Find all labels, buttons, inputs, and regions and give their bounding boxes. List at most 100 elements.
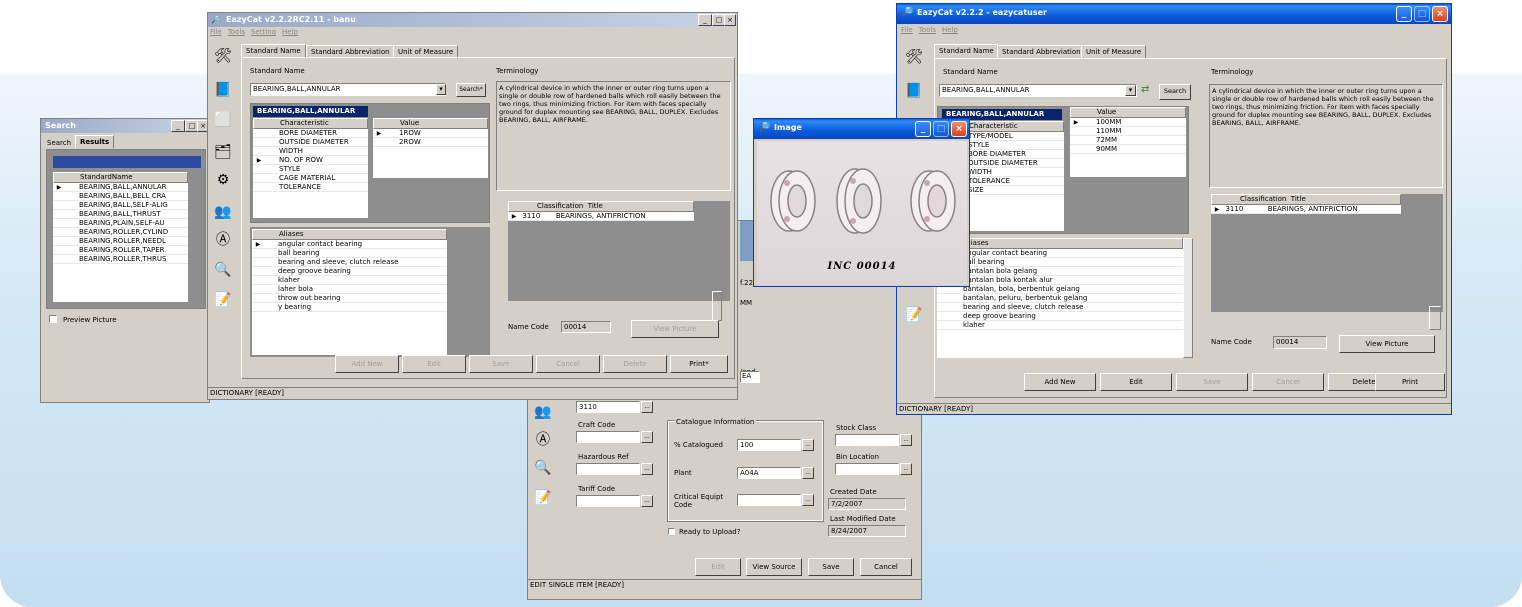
dict2-add-new-button[interactable]: Add New xyxy=(1024,373,1096,391)
ready-upload-checkbox[interactable] xyxy=(668,528,675,535)
tab-standard-name[interactable]: Standard Name xyxy=(241,44,306,58)
dict2-search-button[interactable]: Search xyxy=(1159,84,1191,100)
alias-row[interactable]: ball bearing xyxy=(252,249,447,258)
pct-catalogued-input[interactable]: 100 xyxy=(737,439,801,451)
settings-icon[interactable]: ⚙ xyxy=(212,169,234,191)
menu-setting[interactable]: Setting xyxy=(251,28,276,36)
class-code-input[interactable]: 3110 xyxy=(576,401,640,413)
image-maximize-button[interactable]: □ xyxy=(933,121,949,137)
classification-row[interactable]: ▶ 3110 BEARINGS, ANTIFRICTION xyxy=(508,212,694,221)
search-result-row[interactable]: BEARING,BALL,THRUST xyxy=(53,210,188,219)
people-icon[interactable]: 👥 xyxy=(532,401,554,423)
pct-catalogued-lookup-button[interactable]: .. xyxy=(802,439,814,451)
dict2-view-picture-button[interactable]: View Picture xyxy=(1339,335,1435,353)
dict2-close-button[interactable]: × xyxy=(1432,6,1448,22)
bin-location-lookup-button[interactable]: .. xyxy=(900,463,912,475)
dictionary-icon[interactable]: Ⓐ xyxy=(212,229,234,251)
plant-input[interactable]: A04A xyxy=(737,467,801,479)
dict2-cancel-button[interactable]: Cancel xyxy=(1252,373,1324,391)
dict2-maximize-button[interactable]: □ xyxy=(1414,6,1430,22)
alias-row[interactable]: bantalan, bola, berbentuk gelang xyxy=(937,285,1183,294)
value-row[interactable]: ▶ 100MM xyxy=(1070,118,1186,127)
notepad-icon[interactable]: 📝 xyxy=(212,289,234,311)
dict-edit-button[interactable]: Edit xyxy=(402,355,466,373)
dict-delete-button[interactable]: Delete xyxy=(603,355,667,373)
alias-row[interactable]: bantalan bola gelang xyxy=(937,267,1183,276)
refresh-icon[interactable]: ⇄ xyxy=(1141,84,1159,98)
partial-field-4[interactable]: EA xyxy=(740,371,760,383)
bin-location-input[interactable] xyxy=(835,463,899,475)
dict-cancel-button[interactable]: Cancel xyxy=(536,355,600,373)
standard-name-select[interactable]: BEARING,BALL,ANNULAR xyxy=(250,83,446,96)
critical-equipt-input[interactable] xyxy=(737,494,801,506)
class-code-lookup-button[interactable]: .. xyxy=(641,401,653,413)
alias-row[interactable]: bearing and sleeve, clutch release xyxy=(937,303,1183,312)
folder-icon[interactable]: 🗂 xyxy=(212,141,234,163)
search-result-row[interactable]: ▶ BEARING,BALL,ANNULAR xyxy=(53,183,188,192)
alias-row[interactable]: bantalan bola kontak alur xyxy=(937,276,1183,285)
characteristic-row[interactable]: WIDTH xyxy=(253,147,368,156)
preview-picture-checkbox[interactable] xyxy=(49,315,57,323)
alias-row[interactable]: ball bearing xyxy=(937,258,1183,267)
alias-row[interactable]: bantalan, peluru, berbentuk gelang xyxy=(937,294,1183,303)
image-close-button[interactable]: × xyxy=(951,121,967,137)
search-result-row[interactable]: BEARING,ROLLER,CYLIND xyxy=(53,228,188,237)
search-result-row[interactable]: BEARING,PLAIN,SELF-AU xyxy=(53,219,188,228)
stock-class-lookup-button[interactable]: .. xyxy=(900,434,912,446)
dict-save-button[interactable]: Save xyxy=(469,355,533,373)
alias-row[interactable]: deep groove bearing xyxy=(937,312,1183,321)
search-result-row[interactable]: BEARING,ROLLER,NEEDL xyxy=(53,237,188,246)
dict2-minimize-button[interactable]: _ xyxy=(1396,6,1412,22)
search-result-row[interactable]: BEARING,BALL,BELL CRA xyxy=(53,192,188,201)
alias-row[interactable]: klaher xyxy=(937,321,1183,330)
menu-help[interactable]: Help xyxy=(942,26,958,34)
dict2-vertical-scroll[interactable] xyxy=(1429,306,1441,330)
dict-add-new-button[interactable]: Add New xyxy=(335,355,399,373)
alias-row[interactable]: y bearing xyxy=(252,303,447,312)
craft-code-input[interactable] xyxy=(576,431,640,443)
plant-lookup-button[interactable]: .. xyxy=(802,467,814,479)
results-tab[interactable]: Results xyxy=(75,135,115,149)
cube-icon[interactable]: ⬜ xyxy=(212,109,234,131)
edit-edit-button[interactable]: Edit xyxy=(695,558,741,576)
search-result-row[interactable]: BEARING,ROLLER,TAPER xyxy=(53,246,188,255)
standard-name-select[interactable]: BEARING,BALL,ANNULAR xyxy=(939,84,1137,97)
edit-save-button[interactable]: Save xyxy=(808,558,854,576)
notepad-icon[interactable]: 📝 xyxy=(532,487,554,509)
menu-file[interactable]: File xyxy=(210,28,222,36)
aliases-scrollbar[interactable] xyxy=(1183,238,1193,358)
alias-row[interactable]: deep groove bearing xyxy=(252,267,447,276)
stock-class-input[interactable] xyxy=(835,434,899,446)
dict2-print-button[interactable]: Print xyxy=(1375,373,1445,391)
menu-tools[interactable]: Tools xyxy=(228,28,245,36)
standard-name-dropdown-arrow[interactable]: ▾ xyxy=(436,84,446,95)
craft-code-lookup-button[interactable]: .. xyxy=(641,431,653,443)
tools-icon[interactable]: 🛠 xyxy=(903,46,925,68)
notepad-icon[interactable]: 📝 xyxy=(903,304,925,326)
hazardous-ref-input[interactable] xyxy=(576,463,640,475)
book-icon[interactable]: 📘 xyxy=(212,79,234,101)
characteristic-row[interactable]: ▶ NO. OF ROW xyxy=(253,156,368,165)
alias-row[interactable]: klaher xyxy=(252,276,447,285)
dictionary-icon[interactable]: Ⓐ xyxy=(532,429,554,451)
alias-row[interactable]: angular contact bearing xyxy=(937,249,1183,258)
menu-tools[interactable]: Tools xyxy=(919,26,936,34)
search-result-row[interactable]: BEARING,ROLLER,THRUS xyxy=(53,255,188,264)
book-icon[interactable]: 📘 xyxy=(903,80,925,102)
magnifier-icon[interactable]: 🔍 xyxy=(212,259,234,281)
alias-row[interactable]: bearing and sleeve, clutch release xyxy=(252,258,447,267)
dict-vertical-scroll[interactable] xyxy=(712,291,722,321)
menu-file[interactable]: File xyxy=(901,26,913,34)
characteristic-row[interactable]: STYLE xyxy=(253,165,368,174)
characteristic-row[interactable]: OUTSIDE DIAMETER xyxy=(253,138,368,147)
standard-name-dropdown-arrow[interactable]: ▾ xyxy=(1125,85,1136,96)
dict2-save-button[interactable]: Save xyxy=(1176,373,1248,391)
dict-view-picture-button[interactable]: View Picture xyxy=(631,320,719,338)
search-minimize-button[interactable]: _ xyxy=(171,120,185,132)
critical-equipt-lookup-button[interactable]: .. xyxy=(802,494,814,506)
characteristic-row[interactable]: BORE DIAMETER xyxy=(253,129,368,138)
people-icon[interactable]: 👥 xyxy=(212,201,234,223)
value-row[interactable]: 110MM xyxy=(1070,127,1186,136)
dict-minimize-button[interactable]: _ xyxy=(698,14,712,26)
tariff-code-input[interactable] xyxy=(576,495,640,507)
